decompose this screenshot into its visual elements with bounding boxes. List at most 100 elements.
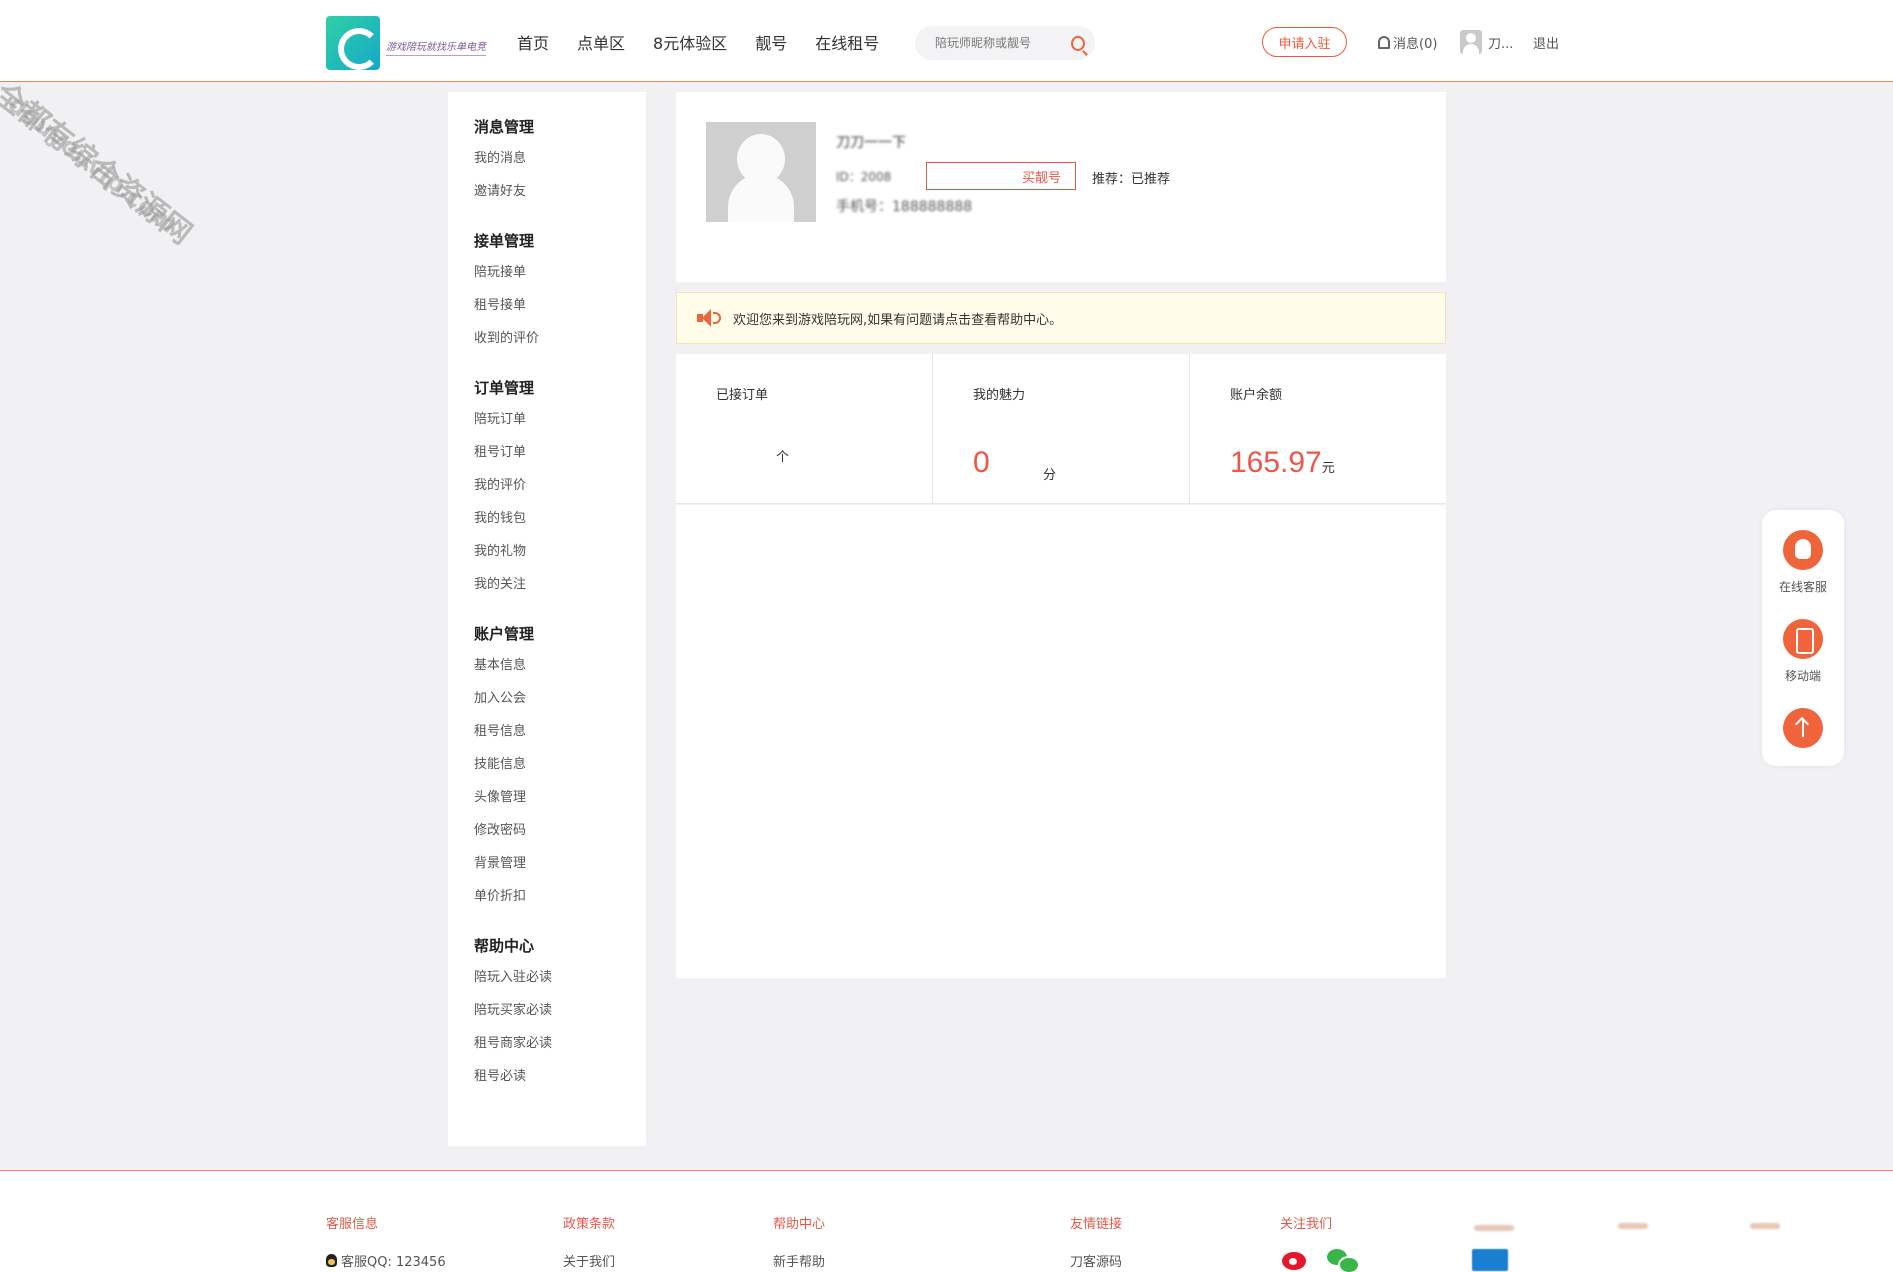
stat-charm-value: 0 <box>973 446 990 479</box>
sidebar-item-invite-friends[interactable]: 邀请好友 <box>474 175 646 208</box>
social-icons <box>1280 1246 1360 1272</box>
online-service-label: 在线客服 <box>1778 580 1827 594</box>
site-logo[interactable]: 游戏陪玩就找乐单电竞 <box>326 16 486 70</box>
sidebar-group-messages: 消息管理 我的消息 邀请好友 <box>474 112 646 208</box>
footer-qq-text: 客服QQ: 123456 <box>341 1255 446 1270</box>
sidebar-item-rental-orders[interactable]: 租号接单 <box>474 289 646 322</box>
sidebar-group-title: 接单管理 <box>474 232 535 250</box>
sidebar-item-skill-info[interactable]: 技能信息 <box>474 748 646 781</box>
bell-icon <box>1378 36 1390 49</box>
footer-follow-col: 关注我们 <box>1280 1213 1360 1272</box>
arrow-up-icon <box>1783 708 1823 748</box>
notice-bar: 欢迎您来到游戏陪玩网,如果有问题请点击查看帮助中心。 <box>676 292 1446 344</box>
footer-links-title: 友情链接 <box>1070 1217 1123 1232</box>
sidebar-item-my-reviews[interactable]: 我的评价 <box>474 469 646 502</box>
sidebar-group-orders: 订单管理 陪玩订单 租号订单 我的评价 我的钱包 我的礼物 我的关注 <box>474 373 646 601</box>
sidebar-item-price-discount[interactable]: 单价折扣 <box>474 880 646 913</box>
footer-about-link[interactable]: 关于我们 <box>563 1251 615 1270</box>
online-service-button[interactable]: 在线客服 <box>1762 530 1844 595</box>
sidebar-item-background-management[interactable]: 背景管理 <box>474 847 646 880</box>
stat-balance-value-wrap: 165.97元 <box>1230 446 1335 480</box>
sidebar-item-companion-orders[interactable]: 陪玩接单 <box>474 256 646 289</box>
sidebar-item-received-reviews[interactable]: 收到的评价 <box>474 322 646 355</box>
footer: 客服信息 客服QQ: 123456 政策条款 关于我们 帮助中心 新手帮助 友情… <box>0 1170 1893 1272</box>
profile-avatar[interactable] <box>706 122 816 222</box>
badge-blurred <box>1474 1225 1514 1231</box>
sidebar-item-companion-join-guide[interactable]: 陪玩入驻必读 <box>474 961 646 994</box>
footer-follow-title: 关注我们 <box>1280 1217 1333 1232</box>
profile-phone: 手机号：188888888 <box>836 199 973 215</box>
wechat-icon[interactable] <box>1326 1246 1360 1272</box>
mobile-label: 移动端 <box>1784 669 1821 683</box>
sidebar-item-join-guild[interactable]: 加入公会 <box>474 682 646 715</box>
weibo-icon[interactable] <box>1280 1246 1312 1272</box>
watermark-line-2: douyouvip.com <box>2 90 183 239</box>
mobile-phone-icon <box>1783 619 1823 659</box>
top-header: 游戏陪玩就找乐单电竞 首页 点单区 8元体验区 靓号 在线租号 申请入驻 消息(… <box>0 0 1893 82</box>
sidebar-item-buyer-guide[interactable]: 陪玩买家必读 <box>474 994 646 1027</box>
speaker-wave <box>713 312 721 324</box>
search-input[interactable] <box>935 36 1065 50</box>
footer-certification-badges <box>1470 1211 1800 1271</box>
badge-blurred <box>1618 1223 1648 1229</box>
sidebar-item-companion-order-list[interactable]: 陪玩订单 <box>474 403 646 436</box>
sidebar-item-avatar-management[interactable]: 头像管理 <box>474 781 646 814</box>
profile-id: ID：2008 <box>836 170 892 184</box>
user-avatar-icon <box>1460 30 1482 54</box>
certification-badge-icon[interactable] <box>1472 1249 1508 1271</box>
search-icon[interactable] <box>1071 35 1085 51</box>
badge-blurred <box>1750 1223 1780 1229</box>
sidebar-item-rental-guide[interactable]: 租号必读 <box>474 1060 646 1093</box>
stat-balance-label: 账户余额 <box>1230 388 1283 403</box>
floating-toolbar: 在线客服 移动端 <box>1762 510 1844 766</box>
search-box <box>915 26 1095 60</box>
sidebar-item-my-follows[interactable]: 我的关注 <box>474 568 646 601</box>
stat-orders-unit: 个 <box>776 446 789 465</box>
stat-orders-label: 已接订单 <box>716 388 769 403</box>
sidebar-item-change-password[interactable]: 修改密码 <box>474 814 646 847</box>
back-to-top-button[interactable] <box>1762 708 1844 748</box>
profile-name: 刀刀一一下 <box>836 135 906 151</box>
stat-orders-unit-text: 个 <box>776 450 790 465</box>
mobile-button[interactable]: 移动端 <box>1762 619 1844 684</box>
sidebar-nav: 消息管理 我的消息 邀请好友 接单管理 陪玩接单 租号接单 收到的评价 订单管理… <box>448 92 646 1146</box>
nav-vanity-number[interactable]: 靓号 <box>755 30 787 54</box>
footer-help-title: 帮助中心 <box>773 1217 826 1232</box>
sidebar-group-title: 订单管理 <box>474 379 535 397</box>
footer-help-col: 帮助中心 新手帮助 <box>773 1213 825 1270</box>
footer-friend-link[interactable]: 刀客源码 <box>1070 1251 1122 1270</box>
user-menu[interactable]: 刀... <box>1460 30 1513 54</box>
footer-policy-col: 政策条款 关于我们 <box>563 1213 615 1270</box>
sidebar-group-title: 消息管理 <box>474 118 535 136</box>
nav-trial-zone[interactable]: 8元体验区 <box>653 30 727 54</box>
logout-link[interactable]: 退出 <box>1533 33 1559 52</box>
sidebar-item-my-messages[interactable]: 我的消息 <box>474 142 646 175</box>
sidebar-item-basic-info[interactable]: 基本信息 <box>474 649 646 682</box>
qq-penguin-icon <box>326 1254 337 1267</box>
footer-newbie-help-link[interactable]: 新手帮助 <box>773 1251 825 1270</box>
nav-account-rental[interactable]: 在线租号 <box>815 30 879 54</box>
stat-balance-value: 165.97 <box>1230 446 1322 479</box>
stats-panel: 已接订单 个 我的魅力 0 分 账户余额 165.97元 <box>676 354 1446 504</box>
stat-charm-unit: 分 <box>1043 468 1057 483</box>
stat-charm: 我的魅力 0 分 <box>933 354 1190 503</box>
messages-link[interactable]: 消息(0) <box>1378 33 1437 52</box>
watermark-line-1: 全都有综合资源网 <box>0 76 199 252</box>
main-nav: 首页 点单区 8元体验区 靓号 在线租号 <box>517 30 907 54</box>
notice-text[interactable]: 欢迎您来到游戏陪玩网,如果有问题请点击查看帮助中心。 <box>733 309 1062 328</box>
footer-qq[interactable]: 客服QQ: 123456 <box>326 1251 446 1270</box>
apply-join-button[interactable]: 申请入驻 <box>1262 27 1347 57</box>
sidebar-item-my-wallet[interactable]: 我的钱包 <box>474 502 646 535</box>
buy-vanity-number-button[interactable]: 买靓号 <box>926 162 1076 190</box>
sidebar-item-rental-merchant-guide[interactable]: 租号商家必读 <box>474 1027 646 1060</box>
sidebar-item-rental-info[interactable]: 租号信息 <box>474 715 646 748</box>
sidebar-group-help: 帮助中心 陪玩入驻必读 陪玩买家必读 租号商家必读 租号必读 <box>474 931 646 1093</box>
footer-policy-title: 政策条款 <box>563 1217 616 1232</box>
sidebar-group-title: 帮助中心 <box>474 937 535 955</box>
nav-order-zone[interactable]: 点单区 <box>577 30 625 54</box>
sidebar-item-rental-order-list[interactable]: 租号订单 <box>474 436 646 469</box>
profile-card: 刀刀一一下 ID：2008 买靓号 推荐：已推荐 手机号：188888888 <box>676 92 1446 282</box>
footer-service-col: 客服信息 客服QQ: 123456 <box>326 1213 446 1270</box>
nav-home[interactable]: 首页 <box>517 30 549 54</box>
sidebar-item-my-gifts[interactable]: 我的礼物 <box>474 535 646 568</box>
